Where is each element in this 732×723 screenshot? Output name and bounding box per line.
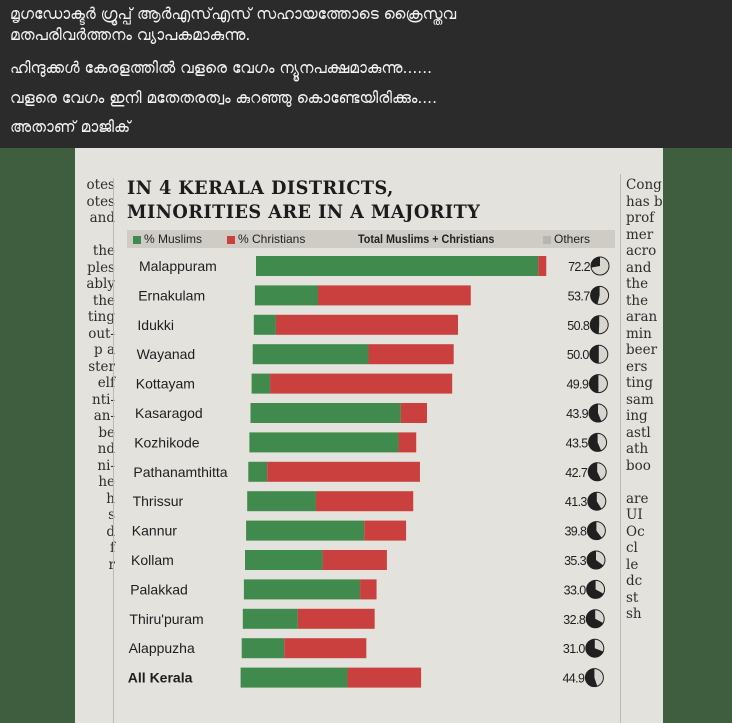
total-value: 33.0 [564, 583, 587, 597]
caption-line: ഹിന്ദുക്കൾ കേരളത്തിൽ വളരെ വേഗം ന്യൂനപക്ഷ… [10, 59, 433, 77]
caption-line: മതപരിവർത്തനം വ്യാപകമാകുന്നു. [10, 26, 251, 44]
chart-plot: Malappuram 72.2 Ernakulam 53.7 Idukki 50.8 Way… [128, 256, 610, 688]
others-pie-slice [589, 345, 599, 364]
row-label: Kannur [132, 523, 177, 539]
bar-muslims [248, 461, 268, 482]
row-label: All Kerala [128, 670, 193, 686]
bar-christians [364, 520, 407, 541]
caption-line: വളരെ വേഗം ഇനി മതേതരത്വം കുറഞ്ഞു കൊണ്ടേയി… [10, 89, 438, 107]
bar-christians [318, 285, 471, 306]
bar-muslims [243, 579, 361, 600]
bar-christians [315, 491, 414, 512]
bar-muslims [246, 520, 365, 541]
caption-line: അതാണ് മാജിക് [10, 118, 131, 136]
bar-christians [270, 373, 453, 394]
row-label: Wayanad [137, 346, 196, 362]
caption-line: മൃഗഡോക്ടർ ഗ്രൂപ്പ് ആർഎസ്എസ് സഹായത്തോടെ ക… [10, 5, 457, 23]
total-value: 42.7 [565, 466, 588, 480]
bar-muslims [250, 403, 401, 423]
bar-muslims [249, 432, 399, 453]
bar-christians [284, 638, 367, 659]
total-value: 35.3 [564, 554, 587, 568]
total-value: 41.3 [565, 495, 588, 509]
others-pie-slice [591, 257, 600, 268]
bar-christians [347, 667, 422, 688]
bar-christians [368, 344, 454, 365]
row-label: Kozhikode [134, 434, 200, 450]
total-value: 31.0 [563, 642, 586, 656]
row-label: Kollam [131, 552, 174, 568]
bar-christians [322, 550, 387, 570]
bar-muslims [254, 285, 319, 306]
bar-christians [360, 579, 377, 600]
row-label: Kasaragod [135, 405, 203, 421]
bar-muslims [242, 608, 298, 629]
row-label: Idukki [137, 317, 174, 333]
newspaper-photo[interactable]: otes otes and the ples ably the ting out-p a ster… [75, 148, 663, 723]
total-value: 44.9 [562, 672, 585, 686]
total-value: 32.8 [563, 613, 586, 627]
others-pie-slice [590, 315, 600, 334]
row-label: Ernakulam [138, 287, 205, 303]
total-value: 39.8 [564, 525, 587, 539]
row-label: Malappuram [139, 258, 217, 274]
bar-christians [538, 256, 547, 276]
row-label: Thrissur [133, 493, 184, 509]
bar-christians [398, 432, 417, 453]
row-label: Thiru'puram [129, 611, 203, 627]
bar-muslims [240, 667, 348, 688]
total-value: 43.9 [566, 407, 589, 421]
bar-muslims [251, 373, 271, 394]
bar-christians [400, 403, 427, 423]
total-value: 72.2 [568, 260, 591, 274]
row-label: Alappuzha [129, 640, 195, 656]
total-value: 53.7 [568, 289, 591, 303]
total-value: 49.9 [566, 378, 589, 392]
total-value: 50.8 [567, 319, 590, 333]
row-label: Kottayam [136, 376, 195, 392]
bar-christians [267, 461, 420, 482]
bar-muslims [256, 256, 539, 276]
post-caption: മൃഗഡോക്ടർ ഗ്രൂപ്പ് ആർഎസ്എസ് സഹായത്തോടെ ക… [0, 0, 732, 148]
bar-muslims [241, 638, 285, 659]
bar-muslims [252, 344, 369, 365]
bar-christians [275, 314, 459, 335]
bar-christians [297, 608, 375, 629]
bar-muslims [247, 491, 316, 512]
row-label: Pathanamthitta [133, 464, 227, 480]
row-label: Palakkad [130, 581, 188, 597]
others-pie-slice [589, 374, 599, 393]
total-value: 43.5 [566, 436, 589, 450]
bar-muslims [245, 550, 323, 570]
bar-muslims [253, 314, 276, 335]
total-value: 50.0 [567, 348, 590, 362]
